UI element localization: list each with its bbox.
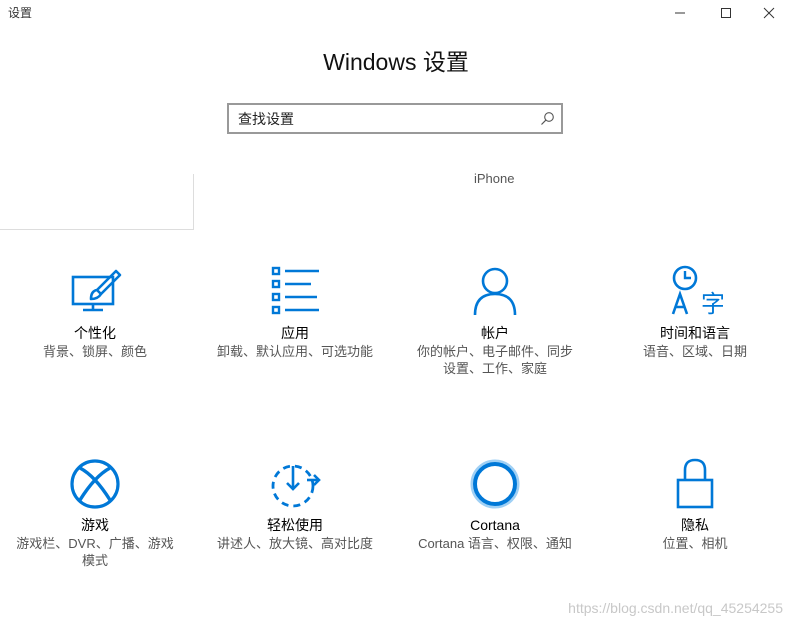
tile-name: Cortana [470, 517, 520, 533]
tile-name: 时间和语言 [660, 325, 730, 341]
personalization-icon [71, 269, 122, 312]
tile-ease-of-access[interactable]: 轻松使用 讲述人、放大镜、高对比度 [205, 456, 385, 552]
search-input[interactable] [229, 105, 538, 132]
tile-gaming[interactable]: 游戏 游戏栏、DVR、广播、游戏模式 [5, 456, 185, 569]
tile-name: 轻松使用 [267, 517, 323, 533]
tile-apps[interactable]: 应用 卸载、默认应用、可选功能 [205, 264, 385, 360]
tile-description: 讲述人、放大镜、高对比度 [216, 536, 373, 551]
apps-icon [271, 266, 319, 315]
tile-cortana[interactable]: Cortana Cortana 语言、权限、通知 [405, 456, 585, 552]
tile-name: 游戏 [81, 517, 109, 533]
tile-personalization[interactable]: 个性化 背景、锁屏、颜色 [5, 264, 185, 360]
tile-time-language[interactable]: 字 时间和语言 语音、区域、日期 [605, 264, 785, 360]
time-language-icon: 字 [671, 265, 723, 318]
xbox-icon [70, 459, 120, 509]
settings-window: 设置 Windows 设置 iPhone [0, 0, 792, 626]
tile-description: Cortana 语言、权限、通知 [418, 536, 572, 551]
ease-of-access-icon [271, 464, 321, 508]
tile-name: 帐户 [481, 325, 509, 341]
maximize-icon [721, 8, 731, 18]
minimize-icon [675, 12, 685, 14]
tile-description: 位置、相机 [662, 536, 728, 551]
tile-description: 你的帐户、电子邮件、同步设置、工作、家庭 [416, 344, 573, 376]
close-icon [763, 7, 775, 19]
partial-tile[interactable] [0, 174, 194, 230]
partial-tile-label: iPhone [474, 171, 515, 186]
tile-privacy[interactable]: 隐私 位置、相机 [605, 456, 785, 552]
tile-accounts[interactable]: 帐户 你的帐户、电子邮件、同步设置、工作、家庭 [405, 264, 585, 377]
cortana-icon [470, 459, 520, 509]
tile-name: 应用 [281, 325, 309, 341]
tile-description: 卸载、默认应用、可选功能 [216, 344, 373, 359]
close-button[interactable] [746, 0, 792, 26]
minimize-button[interactable] [657, 0, 703, 26]
tile-description: 游戏栏、DVR、广播、游戏模式 [16, 536, 174, 568]
title-bar: 设置 [0, 0, 792, 26]
app-title: 设置 [8, 6, 33, 20]
tile-description: 语音、区域、日期 [642, 344, 747, 359]
watermark: https://blog.csdn.net/qq_45254255 [568, 600, 783, 616]
page-title: Windows 设置 [323, 49, 469, 75]
maximize-button[interactable] [703, 0, 749, 26]
svg-text:字: 字 [701, 290, 723, 318]
account-icon [473, 267, 517, 316]
tile-name: 隐私 [681, 517, 709, 533]
lock-icon [676, 458, 714, 509]
tile-description: 背景、锁屏、颜色 [42, 344, 147, 359]
search-box[interactable] [227, 103, 563, 134]
search-icon[interactable] [540, 111, 555, 126]
tile-name: 个性化 [74, 325, 116, 341]
